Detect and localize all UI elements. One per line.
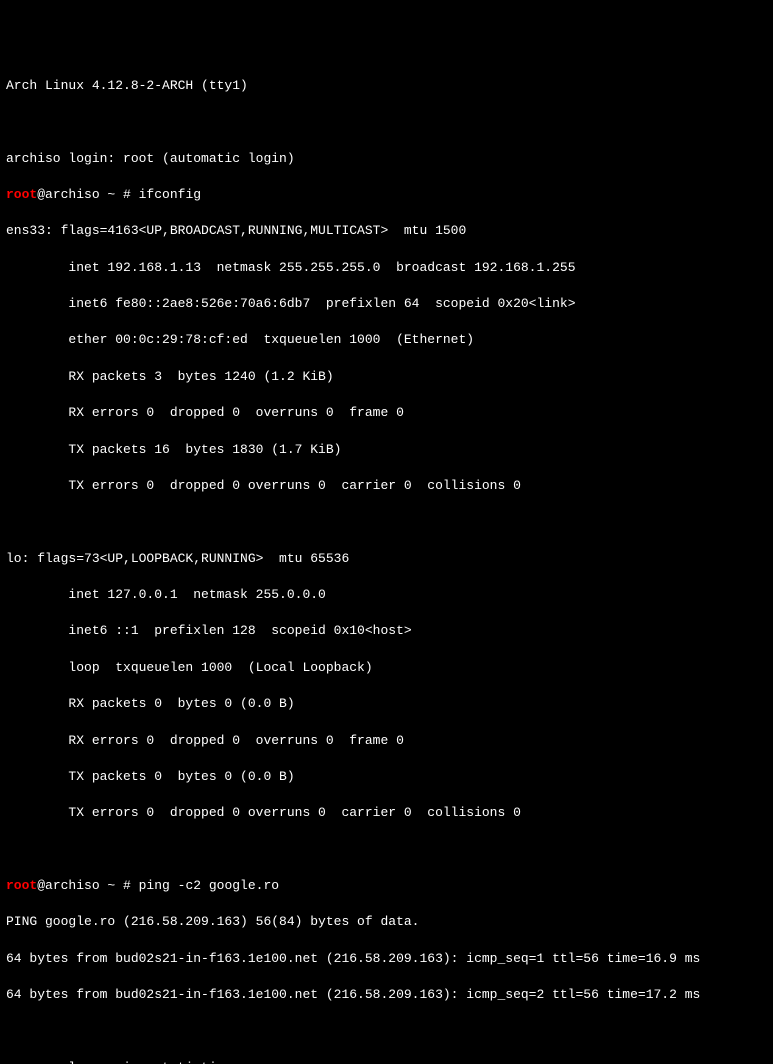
ifconfig-ens33-inet6: inet6 fe80::2ae8:526e:70a6:6db7 prefixle… xyxy=(6,295,767,313)
ifconfig-lo-rx-errors: RX errors 0 dropped 0 overruns 0 frame 0 xyxy=(6,732,767,750)
prompt-text: @archiso ~ # ifconfig xyxy=(37,187,201,202)
blank-line xyxy=(6,1023,767,1041)
root-user: root xyxy=(6,878,37,893)
blank-line xyxy=(6,841,767,859)
ifconfig-lo-inet6: inet6 ::1 prefixlen 128 scopeid 0x10<hos… xyxy=(6,622,767,640)
ifconfig-ens33-tx-errors: TX errors 0 dropped 0 overruns 0 carrier… xyxy=(6,477,767,495)
root-user: root xyxy=(6,187,37,202)
ping-reply-2: 64 bytes from bud02s21-in-f163.1e100.net… xyxy=(6,986,767,1004)
ping-header: PING google.ro (216.58.209.163) 56(84) b… xyxy=(6,913,767,931)
ifconfig-lo-tx-packets: TX packets 0 bytes 0 (0.0 B) xyxy=(6,768,767,786)
ifconfig-ens33-flags: ens33: flags=4163<UP,BROADCAST,RUNNING,M… xyxy=(6,222,767,240)
login-line: archiso login: root (automatic login) xyxy=(6,150,767,168)
terminal-header: Arch Linux 4.12.8-2-ARCH (tty1) xyxy=(6,77,767,95)
ping-stats-header: --- google.ro ping statistics --- xyxy=(6,1059,767,1064)
ifconfig-lo-loop: loop txqueuelen 1000 (Local Loopback) xyxy=(6,659,767,677)
ifconfig-ens33-ether: ether 00:0c:29:78:cf:ed txqueuelen 1000 … xyxy=(6,331,767,349)
ifconfig-lo-inet: inet 127.0.0.1 netmask 255.0.0.0 xyxy=(6,586,767,604)
ping-reply-1: 64 bytes from bud02s21-in-f163.1e100.net… xyxy=(6,950,767,968)
prompt-text: @archiso ~ # ping -c2 google.ro xyxy=(37,878,279,893)
ifconfig-ens33-rx-packets: RX packets 3 bytes 1240 (1.2 KiB) xyxy=(6,368,767,386)
blank-line xyxy=(6,513,767,531)
ifconfig-lo-flags: lo: flags=73<UP,LOOPBACK,RUNNING> mtu 65… xyxy=(6,550,767,568)
prompt-2[interactable]: root@archiso ~ # ping -c2 google.ro xyxy=(6,877,767,895)
ifconfig-ens33-rx-errors: RX errors 0 dropped 0 overruns 0 frame 0 xyxy=(6,404,767,422)
ifconfig-ens33-inet: inet 192.168.1.13 netmask 255.255.255.0 … xyxy=(6,259,767,277)
ifconfig-lo-rx-packets: RX packets 0 bytes 0 (0.0 B) xyxy=(6,695,767,713)
ifconfig-lo-tx-errors: TX errors 0 dropped 0 overruns 0 carrier… xyxy=(6,804,767,822)
prompt-1[interactable]: root@archiso ~ # ifconfig xyxy=(6,186,767,204)
blank-line xyxy=(6,113,767,131)
ifconfig-ens33-tx-packets: TX packets 16 bytes 1830 (1.7 KiB) xyxy=(6,441,767,459)
